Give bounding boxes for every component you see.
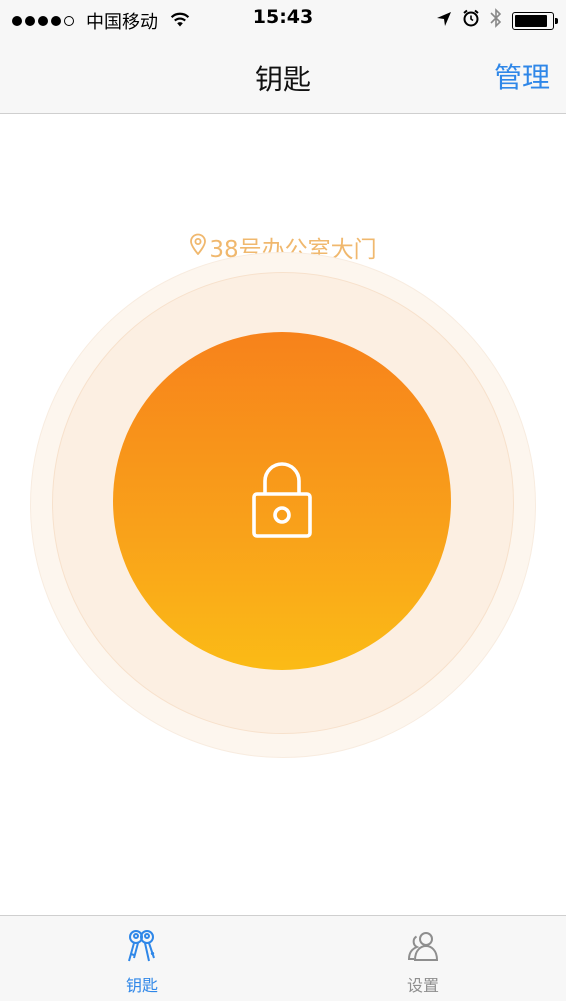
tab-keys[interactable]: 钥匙 [82, 928, 202, 996]
users-icon [363, 928, 483, 964]
status-bar: 中国移动 15:43 [0, 0, 566, 40]
padlock-icon [250, 458, 314, 544]
navigation-bar: 钥匙 管理 [0, 40, 566, 114]
tab-settings[interactable]: 设置 [363, 928, 483, 996]
manage-button[interactable]: 管理 [494, 56, 550, 96]
tab-keys-label: 钥匙 [125, 976, 158, 995]
status-right [436, 8, 558, 33]
bluetooth-icon [490, 8, 502, 33]
location-pin-icon [189, 233, 207, 261]
battery-icon [512, 11, 558, 30]
page-title: 钥匙 [254, 63, 311, 96]
unlock-button[interactable] [113, 332, 451, 670]
keys-icon [82, 928, 202, 964]
location-arrow-icon [436, 10, 452, 32]
alarm-icon [462, 9, 480, 32]
tab-settings-label: 设置 [406, 976, 439, 995]
tab-bar: 钥匙 设置 [0, 915, 566, 1001]
battery-level [515, 14, 548, 27]
